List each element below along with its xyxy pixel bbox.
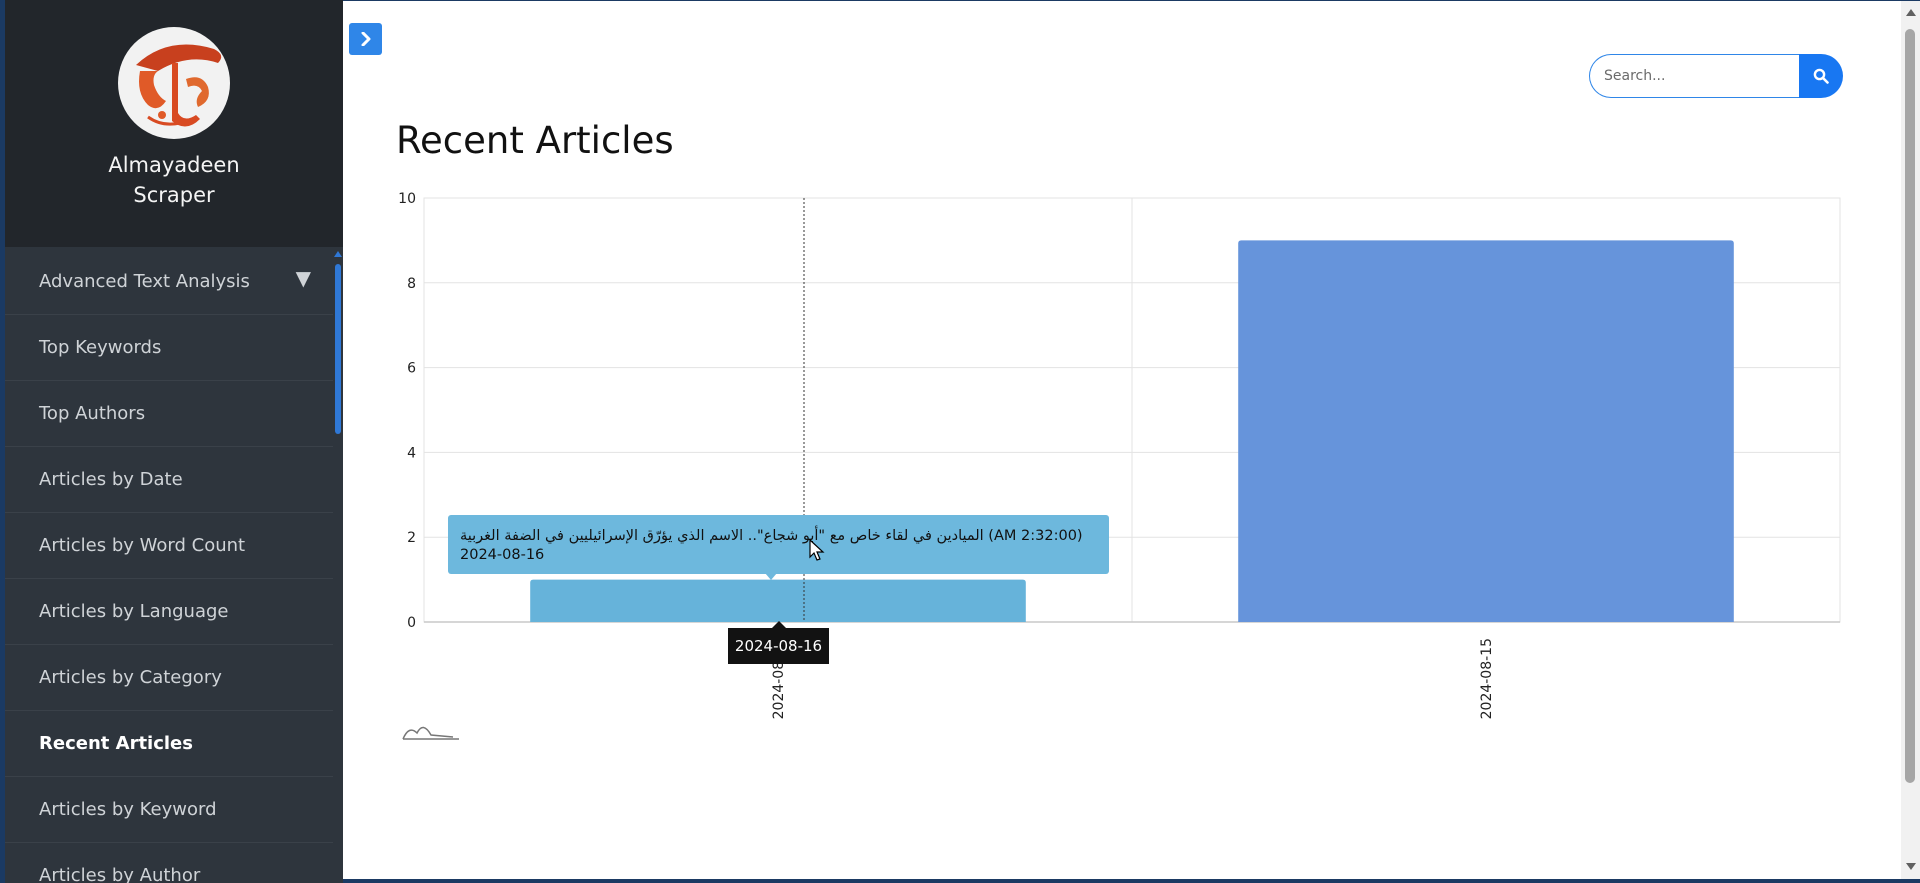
sidebar-item-top-keywords[interactable]: Top Keywords (5, 315, 333, 381)
sidebar-scroll-thumb[interactable] (335, 264, 341, 434)
page-scrollbar[interactable] (1901, 1, 1920, 879)
triangle-down-icon[interactable]: ▼ (296, 266, 311, 290)
main-content: Recent Articles 0246810 2024-08-162024-0… (343, 1, 1901, 879)
sidebar-item-articles-by-keyword[interactable]: Articles by Keyword (5, 777, 333, 843)
y-tick-label: 8 (407, 276, 416, 292)
chart-y-ticks: 0 2 4 6 8 10 (398, 191, 416, 631)
sidebar-item-articles-by-category[interactable]: Articles by Category (5, 645, 333, 711)
axis-tooltip: 2024-08-16 (728, 628, 829, 664)
sidebar-item-top-authors[interactable]: Top Authors (5, 381, 333, 447)
sidebar-header: Almayadeen Scraper (5, 0, 343, 247)
y-tick-label: 6 (407, 361, 416, 377)
sidebar-item-label: Top Keywords (39, 337, 162, 358)
x-tick-label: 2024-08-15 (1479, 638, 1495, 719)
brand-line2: Scraper (133, 183, 215, 207)
sidebar-item-label: Advanced Text Analysis (39, 271, 250, 292)
range-selector-icon[interactable] (402, 726, 459, 740)
axis-tooltip-arrow (772, 621, 786, 628)
sidebar-item-label: Articles by Language (39, 601, 229, 622)
scroll-up-arrow-icon[interactable] (334, 251, 342, 257)
chart-x-ticks: 2024-08-16 2024-08-15 (771, 638, 1495, 719)
tooltip-arrow (765, 573, 777, 580)
sidebar-item-label: Articles by Keyword (39, 799, 217, 820)
sidebar-item-recent-articles[interactable]: Recent Articles (5, 711, 333, 777)
y-tick-label: 4 (407, 445, 416, 461)
sidebar-item-advanced-text-analysis[interactable]: Advanced Text Analysis ▼ (5, 249, 333, 315)
scroll-down-arrow-icon[interactable] (1906, 863, 1916, 870)
mouse-pointer-icon (809, 539, 825, 561)
sidebar-item-articles-by-language[interactable]: Articles by Language (5, 579, 333, 645)
chart-tooltip: (2:32:00 AM) الميادين في لقاء خاص مع "أب… (448, 515, 1109, 574)
recent-articles-chart: 0246810 2024-08-16 2024-08-15 (398, 191, 1841, 740)
bar (530, 579, 1026, 622)
tooltip-date: 2024-08-16 (460, 547, 545, 563)
scroll-up-arrow-icon[interactable] (1906, 9, 1916, 16)
sidebar-item-articles-by-date[interactable]: Articles by Date (5, 447, 333, 513)
page-scroll-thumb[interactable] (1905, 29, 1915, 783)
bar (1238, 240, 1734, 622)
sidebar-nav: Advanced Text Analysis ▼ Top Keywords To… (5, 249, 333, 883)
sidebar: Almayadeen Scraper Advanced Text Analysi… (5, 0, 343, 883)
sidebar-item-label: Articles by Word Count (39, 535, 246, 556)
y-tick-label: 2 (407, 530, 416, 546)
sidebar-item-label: Articles by Author (39, 865, 201, 883)
sidebar-item-articles-by-word-count[interactable]: Articles by Word Count (5, 513, 333, 579)
sidebar-item-articles-by-author[interactable]: Articles by Author (5, 843, 333, 883)
tooltip-article-title: (2:32:00 AM) الميادين في لقاء خاص مع "أب… (460, 528, 1083, 544)
sidebar-scrollbar[interactable] (333, 249, 343, 883)
sidebar-item-label: Top Authors (39, 403, 146, 424)
almayadeen-logo[interactable] (118, 27, 230, 139)
y-tick-label: 10 (398, 191, 416, 207)
brand-name: Almayadeen Scraper (5, 150, 343, 210)
sidebar-item-label: Recent Articles (39, 733, 193, 754)
y-tick-label: 0 (407, 615, 416, 631)
sidebar-item-label: Articles by Date (39, 469, 183, 490)
sidebar-item-label: Articles by Category (39, 667, 222, 688)
brand-line1: Almayadeen (108, 153, 240, 177)
